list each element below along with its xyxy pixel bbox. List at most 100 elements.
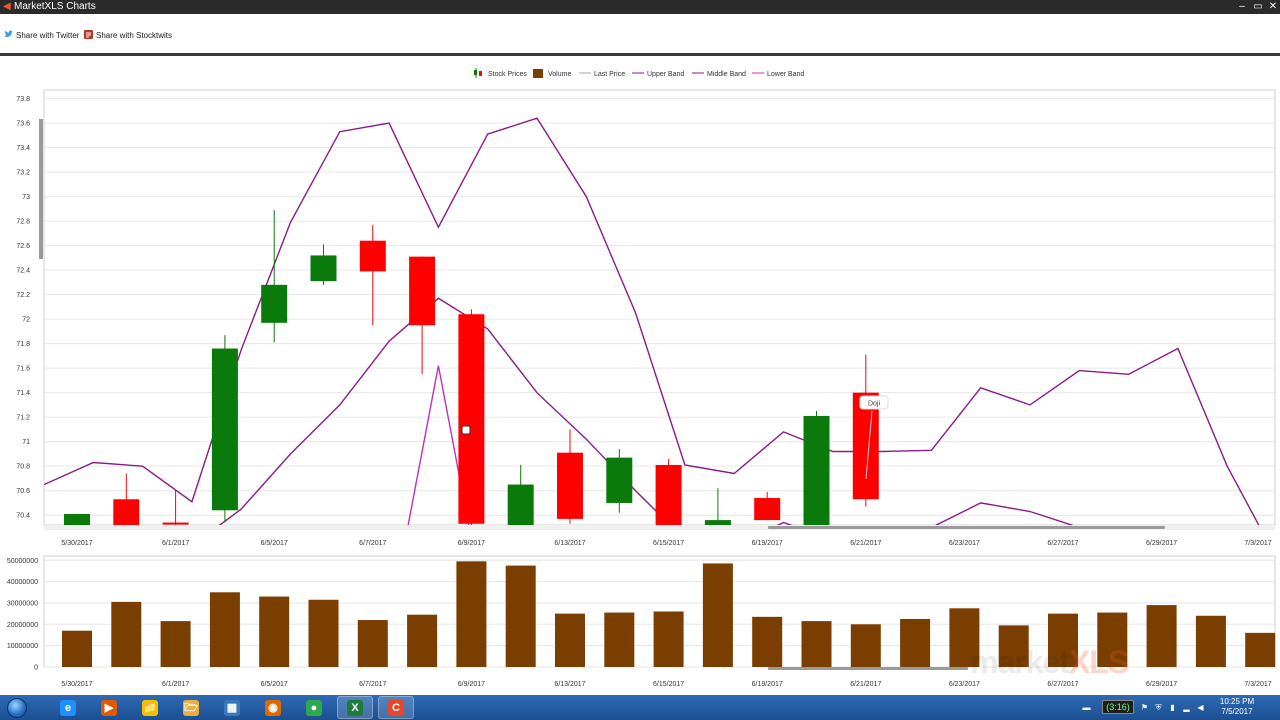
price-x-tick: 6/13/2017 (554, 540, 585, 547)
battery-icon[interactable]: ▮ (1168, 703, 1177, 712)
volume-x-tick: 6/1/2017 (162, 681, 189, 688)
taskbar-app-4[interactable]: ▦ (214, 696, 250, 719)
taskbar-app-2[interactable]: 📁 (132, 696, 168, 719)
price-y-tick: 70.4 (16, 513, 30, 520)
taskbar-app-7[interactable]: X (337, 696, 373, 719)
volume-y-tick: 10000000 (7, 643, 38, 650)
volume-x-tick: 6/7/2017 (359, 681, 386, 688)
legend-candle-down-body (479, 71, 482, 76)
volume-bar (653, 611, 684, 667)
volume-y-tick: 50000000 (7, 558, 38, 565)
back-arrow-icon[interactable]: ◀ (3, 0, 11, 14)
network-signal-icon[interactable]: ▂ (1182, 703, 1191, 712)
price-x-tick: 6/7/2017 (359, 540, 386, 547)
stock-chart: Stock Prices Volume Last Price Upper Band Mi… (7, 68, 1276, 688)
window-title: MarketXLS Charts (14, 1, 96, 12)
price-y-tick: 72.4 (16, 268, 30, 275)
timer-badge[interactable]: (3:16) (1102, 700, 1134, 714)
sticky-notes-icon: 📁 (142, 699, 158, 716)
price-x-tick: 6/29/2017 (1146, 540, 1177, 547)
candle-body (704, 520, 731, 525)
minimize-button[interactable]: – (1235, 0, 1249, 14)
price-y-tick: 71.8 (16, 341, 30, 348)
cursor-icon (461, 425, 471, 435)
volume-x-tick: 6/9/2017 (458, 681, 485, 688)
volume-bar (1146, 605, 1177, 667)
price-y-tick: 72.8 (16, 219, 30, 226)
close-button[interactable]: ✕ (1266, 0, 1280, 14)
display-icon: ▦ (224, 699, 240, 716)
volume-icon[interactable]: ◀ (1196, 703, 1205, 712)
candle-body (606, 457, 633, 503)
volume-y-tick: 0 (34, 665, 38, 672)
price-y-tick: 73.8 (16, 96, 30, 103)
windows-start-icon (7, 697, 27, 718)
candle-body (113, 499, 140, 525)
twitter-icon (4, 30, 13, 39)
price-y-tick: 71.2 (16, 415, 30, 422)
excel-icon: X (347, 699, 363, 716)
candle-body (507, 484, 534, 525)
taskbar-app-3[interactable]: 🗁 (173, 696, 209, 719)
legend-label-1: Volume (548, 71, 571, 78)
volume-x-tick: 6/29/2017 (1146, 681, 1177, 688)
candle-body (803, 415, 830, 525)
price-x-tick: 6/5/2017 (261, 540, 288, 547)
volume-x-tick: 6/13/2017 (554, 681, 585, 688)
watermark-market: market (970, 644, 1070, 680)
share-stocktwits-label: Share with Stocktwits (96, 31, 173, 40)
volume-bar (604, 612, 635, 667)
volume-bar (160, 621, 191, 667)
taskbar-app-6[interactable]: ● (296, 696, 332, 719)
candle-body (409, 256, 436, 326)
price-y-tick: 70.6 (16, 488, 30, 495)
volume-x-tick: 6/27/2017 (1047, 681, 1078, 688)
volume-bar (555, 613, 585, 667)
security-icon[interactable]: ⛨ (1154, 703, 1163, 712)
clock-time: 10:25 PM (1219, 697, 1255, 706)
ie-icon: e (60, 699, 76, 716)
maximize-button[interactable]: ▭ (1251, 0, 1265, 14)
system-tray: ▬ (3:16) ⚑ ⛨ ▮ ▂ ◀ 10:25 PM 7/5/2017 (1080, 695, 1280, 720)
legend-label-5: Lower Band (767, 71, 804, 78)
share-twitter-label: Share with Twitter (16, 31, 80, 40)
price-x-tick: 6/27/2017 (1047, 540, 1078, 547)
flag-icon[interactable]: ⚑ (1140, 703, 1149, 712)
doji-label: Doji (868, 401, 881, 408)
marketxls-icon: C (388, 699, 404, 716)
taskbar-app-5[interactable]: ◉ (255, 696, 291, 719)
volume-x-tick: 7/3/2017 (1244, 681, 1271, 688)
taskbar-app-1[interactable]: ▶ (91, 696, 127, 719)
volume-x-tick: 6/5/2017 (261, 681, 288, 688)
clock[interactable]: 10:25 PM 7/5/2017 (1212, 697, 1262, 717)
candle-body (458, 314, 485, 524)
price-y-tick: 70.8 (16, 464, 30, 471)
windows-taskbar: e ▶ 📁 🗁 ▦ ◉ ● X C ▬ (3:16) ⚑ ⛨ ▮ ▂ ◀ 10:25 PM 7/… (0, 695, 1280, 720)
candle-body (64, 513, 90, 525)
volume-bar (111, 601, 142, 667)
taskbar-app-0[interactable]: e (50, 696, 86, 719)
price-x-tick: 5/30/2017 (61, 540, 92, 547)
legend-label-2: Last Price (594, 71, 625, 78)
candle-body (557, 452, 583, 519)
candle-body (359, 240, 386, 272)
price-hscroll-thumb (768, 526, 1165, 529)
marketxls-watermark: marketXLS (970, 644, 1129, 681)
taskbar-app-8[interactable]: C (378, 696, 414, 719)
volume-y-tick: 20000000 (7, 622, 38, 629)
firefox-icon: ◉ (265, 699, 281, 716)
keyboard-icon[interactable]: ▬ (1082, 703, 1091, 712)
volume-x-tick: 6/23/2017 (949, 681, 980, 688)
share-twitter-button[interactable]: Share with Twitter (4, 30, 79, 40)
volume-bar (850, 624, 881, 667)
start-button[interactable] (2, 696, 32, 719)
volume-bar (702, 563, 733, 667)
volume-x-tick: 6/15/2017 (653, 681, 684, 688)
volume-bar (801, 621, 832, 667)
price-x-tick: 6/21/2017 (850, 540, 881, 547)
price-y-tick: 71.4 (16, 390, 30, 397)
share-stocktwits-button[interactable]: Share with Stocktwits (84, 30, 172, 40)
legend-label-3: Upper Band (647, 71, 684, 78)
volume-bar (62, 630, 92, 667)
price-x-tick: 6/1/2017 (162, 540, 189, 547)
